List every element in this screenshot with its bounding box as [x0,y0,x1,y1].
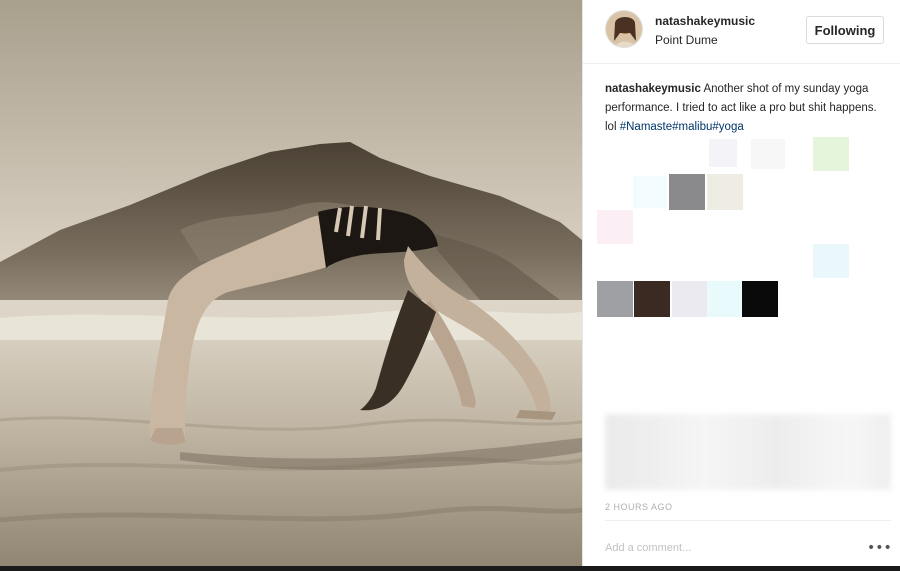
avatar[interactable] [605,10,643,48]
following-button[interactable]: Following [806,16,884,44]
post-photo[interactable] [0,0,582,571]
post-timestamp: 2 HOURS AGO [605,502,673,512]
instagram-post: natashakeymusic Point Dume Following nat… [0,0,900,571]
censor-block [707,281,743,317]
post-header: natashakeymusic Point Dume Following [583,0,900,64]
blurred-comments [605,414,891,490]
censor-block [597,281,633,317]
avatar-icon [606,11,642,47]
post-username[interactable]: natashakeymusic [655,14,755,28]
censor-block [742,281,778,317]
caption-hashtags[interactable]: #Namaste#malibu#yoga [620,121,744,133]
censor-block [633,176,667,208]
censor-block [672,281,708,317]
censor-block [813,244,849,278]
post-sidebar: natashakeymusic Point Dume Following nat… [582,0,900,571]
divider [605,520,891,521]
censor-block [707,174,743,210]
bottom-edge [0,566,900,571]
post-caption: natashakeymusic Another shot of my sunda… [605,80,891,137]
censor-block [813,137,849,171]
censor-block [634,281,670,317]
censor-block [597,210,633,244]
add-comment-input[interactable] [605,538,855,558]
censor-block [709,139,737,167]
caption-username[interactable]: natashakeymusic [605,83,701,95]
post-location[interactable]: Point Dume [655,33,718,47]
censor-block [669,174,705,210]
more-options-icon[interactable]: ••• [867,540,892,556]
censor-block [751,139,785,169]
yoga-beach-photo [0,0,582,571]
